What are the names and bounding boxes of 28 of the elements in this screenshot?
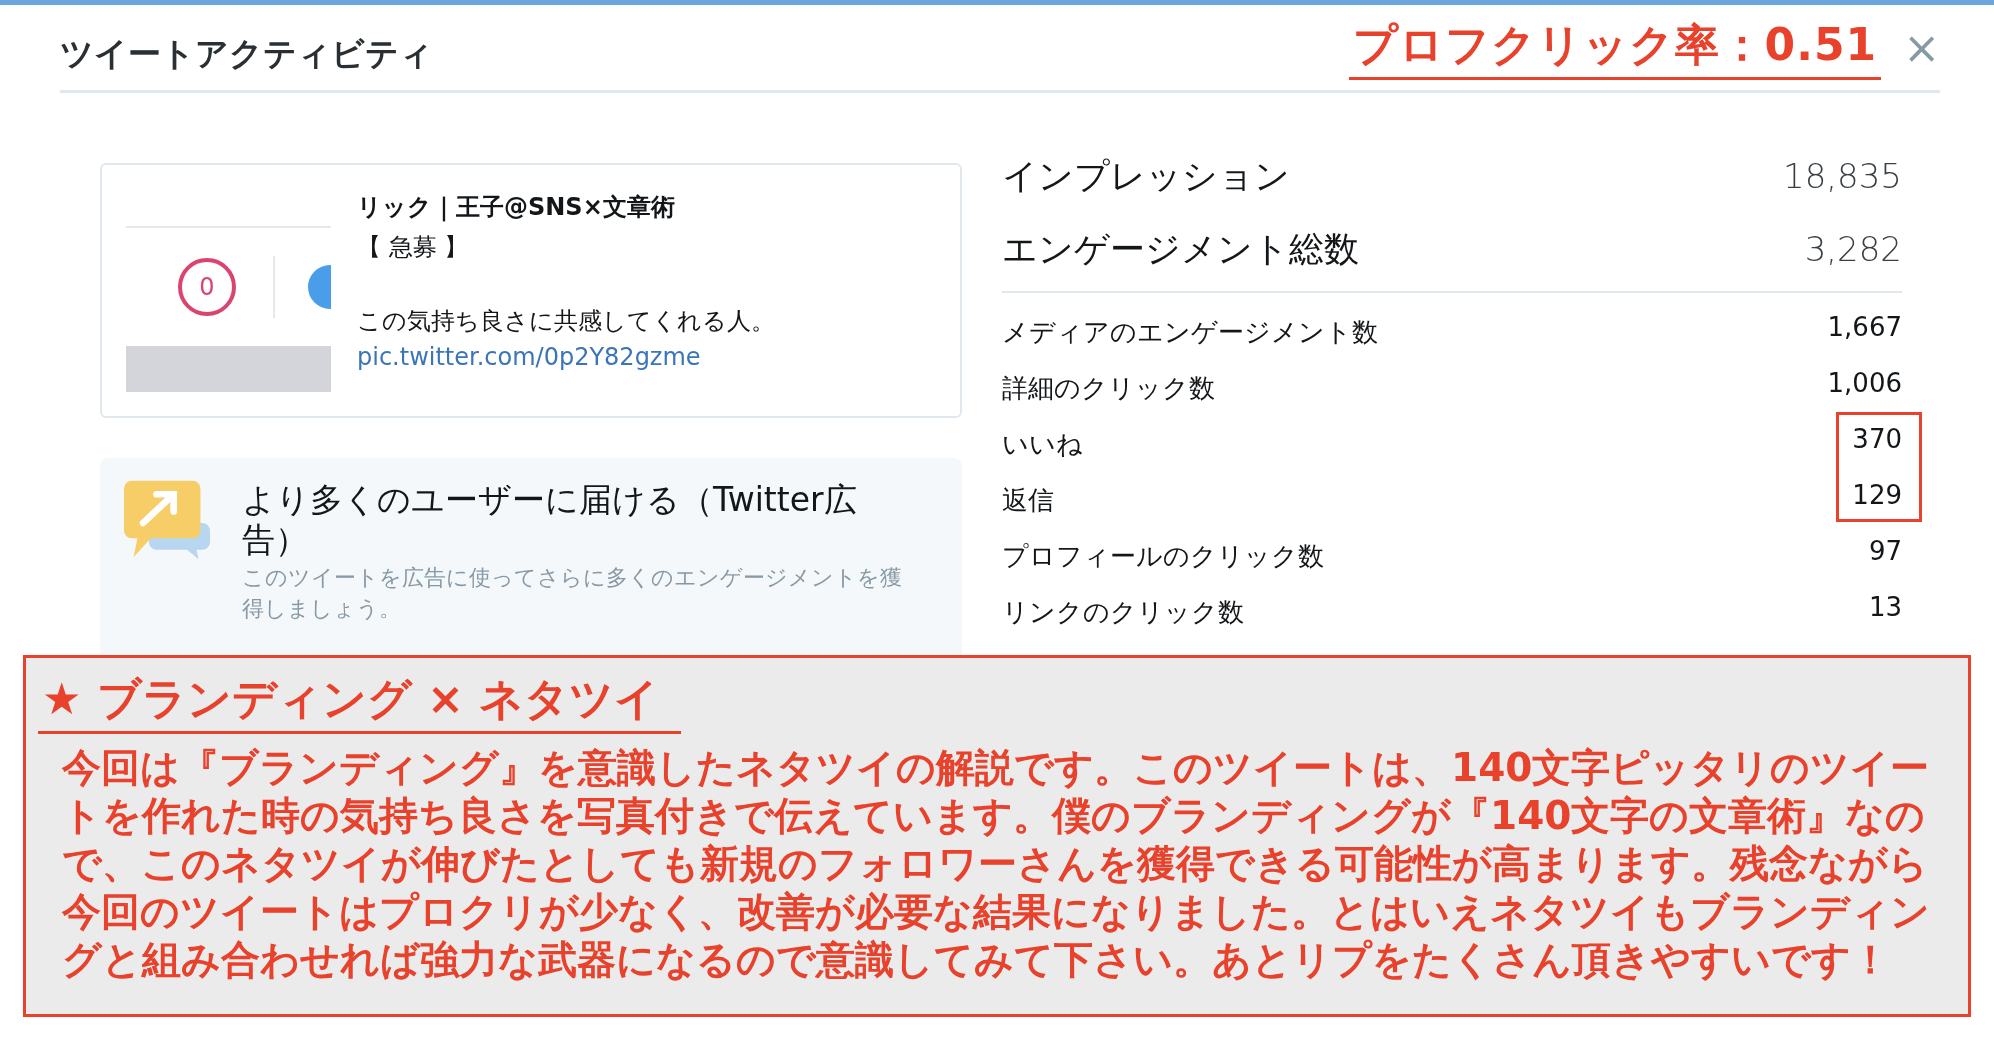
metric-value: 1,667 <box>1827 312 1902 342</box>
metric-value: 129 <box>1852 480 1902 510</box>
author-name: リック｜王子@SNS×文章術 <box>357 192 676 224</box>
metric-value: 370 <box>1852 424 1902 454</box>
metric-value: 13 <box>1868 592 1902 622</box>
annotation-text: プロフクリック率：0.51 <box>1348 15 1882 80</box>
metric-value: 97 <box>1868 536 1902 566</box>
metric-label: 返信 <box>1002 483 1054 517</box>
metric-label: プロフィールのクリック数 <box>1002 539 1324 573</box>
count-circle: 0 <box>178 258 236 316</box>
metric-value: 3,282 <box>1804 229 1902 269</box>
tweet-text: この気持ち良さに共感してくれる人。 <box>357 306 775 337</box>
metric-label: メディアのエンゲージメント数 <box>1002 315 1378 349</box>
metric-value: 18,835 <box>1783 156 1902 196</box>
promo-description: このツイートを広告に使ってさらに多くのエンゲージメントを獲得しましょう。 <box>242 564 902 623</box>
metric-value: 1,006 <box>1827 368 1902 398</box>
tweet-link[interactable]: pic.twitter.com/0p2Y82gzme <box>357 341 775 373</box>
metric-label: リンクのクリック数 <box>1002 595 1244 629</box>
annotation-text: 今回は『ブランディング』を意識したネタツイの解説です。このツイートは、140文字ピッタリのツイートを作れた時の気持ち良さを写真付きで伝えています。僕のブランディングが『140文字の文章術』なので、このネタツイが伸びたとしても新規のフォロワーさんを獲得できる可能性が高まります。残念ながら今回のツイートはプロクリが少なく、改善が必要な結果になりました。とはいえネタツイもブランディングと組み合わせれば強力な武器になるので意識してみて下さい。あとリプをたくさん頂きやすいです！ <box>62 744 1931 984</box>
metric-label: 詳細のクリック数 <box>1002 371 1215 405</box>
close-button[interactable]: × <box>1903 25 1940 70</box>
annotation-heading: ★ ブランディング × ネタツイ <box>38 670 682 734</box>
tweet-text: 【 急募 】 <box>357 232 470 263</box>
metric-label: インプレッション <box>1002 154 1290 198</box>
promo-title: より多くのユーザーに届ける（Twitter広告） <box>242 480 858 560</box>
metric-label: エンゲージメント総数 <box>1002 227 1359 271</box>
metric-label: いいね <box>1002 427 1083 461</box>
dialog-title: ツイートアクティビティ <box>60 33 433 75</box>
